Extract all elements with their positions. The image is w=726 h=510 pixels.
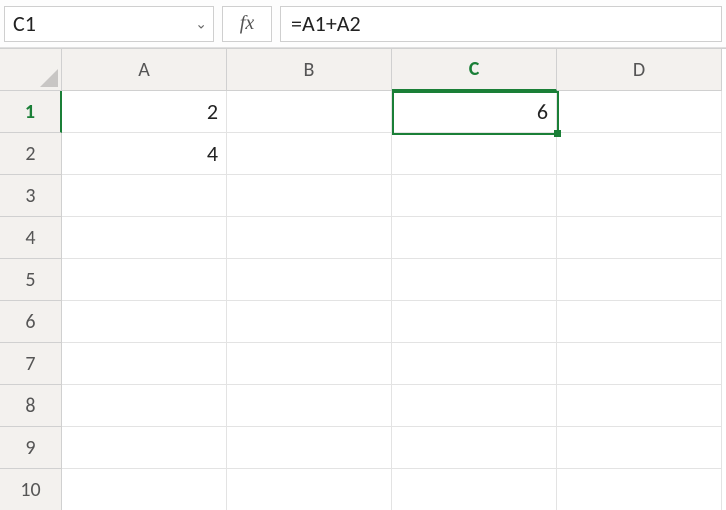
- cell-D10[interactable]: [557, 469, 722, 510]
- cell-B2[interactable]: [227, 133, 392, 175]
- cell-A6[interactable]: [62, 301, 227, 343]
- fx-icon: fx: [240, 12, 254, 35]
- cell-C2[interactable]: [392, 133, 557, 175]
- cell-A3[interactable]: [62, 175, 227, 217]
- row-header-1[interactable]: 1: [0, 91, 62, 133]
- row-header-4[interactable]: 4: [0, 217, 62, 259]
- cell-C5[interactable]: [392, 259, 557, 301]
- row-header-label: 9: [25, 436, 35, 460]
- cell-B6[interactable]: [227, 301, 392, 343]
- spreadsheet-grid: A B C D 1 2 3 4 5 6 7 8 9 10 2 6 4: [0, 48, 726, 49]
- cell-D1[interactable]: [557, 91, 722, 133]
- cell-D4[interactable]: [557, 217, 722, 259]
- cell-A2[interactable]: 4: [62, 133, 227, 175]
- column-header-label: C: [469, 57, 480, 81]
- row-header-label: 3: [25, 184, 35, 208]
- row-header-label: 8: [25, 394, 35, 418]
- cell-C3[interactable]: [392, 175, 557, 217]
- cell-A8[interactable]: [62, 385, 227, 427]
- row-header-6[interactable]: 6: [0, 301, 62, 343]
- row-header-label: 1: [25, 100, 35, 124]
- cell-B3[interactable]: [227, 175, 392, 217]
- row-header-label: 7: [25, 352, 35, 376]
- column-header-label: D: [633, 58, 645, 82]
- cell-D2[interactable]: [557, 133, 722, 175]
- name-box-value: C1: [13, 10, 36, 37]
- row-header-label: 4: [25, 226, 35, 250]
- row-header-2[interactable]: 2: [0, 133, 62, 175]
- row-header-5[interactable]: 5: [0, 259, 62, 301]
- cell-B10[interactable]: [227, 469, 392, 510]
- row-header-label: 5: [25, 268, 35, 292]
- cell-value: 6: [537, 98, 548, 125]
- column-headers: A B C D: [62, 49, 722, 91]
- row-header-3[interactable]: 3: [0, 175, 62, 217]
- cell-B8[interactable]: [227, 385, 392, 427]
- row-header-9[interactable]: 9: [0, 427, 62, 469]
- insert-function-button[interactable]: fx: [222, 6, 272, 42]
- cell-D7[interactable]: [557, 343, 722, 385]
- cell-value: 2: [207, 98, 218, 125]
- column-header-label: B: [304, 58, 315, 82]
- cell-B5[interactable]: [227, 259, 392, 301]
- select-all-triangle-icon: [40, 69, 58, 87]
- cell-A9[interactable]: [62, 427, 227, 469]
- cell-A10[interactable]: [62, 469, 227, 510]
- column-header-A[interactable]: A: [62, 49, 227, 91]
- cell-C7[interactable]: [392, 343, 557, 385]
- cell-C8[interactable]: [392, 385, 557, 427]
- row-header-10[interactable]: 10: [0, 469, 62, 510]
- cell-grid: 2 6 4: [62, 91, 722, 510]
- column-header-label: A: [138, 58, 150, 82]
- cell-A5[interactable]: [62, 259, 227, 301]
- cell-B4[interactable]: [227, 217, 392, 259]
- cell-C4[interactable]: [392, 217, 557, 259]
- formula-bar-area: C1 ⌄ fx =A1+A2: [0, 0, 726, 48]
- row-header-7[interactable]: 7: [0, 343, 62, 385]
- row-header-label: 10: [20, 478, 40, 502]
- row-headers: 1 2 3 4 5 6 7 8 9 10: [0, 91, 62, 510]
- cell-value: 4: [207, 140, 218, 167]
- cell-A4[interactable]: [62, 217, 227, 259]
- cell-D9[interactable]: [557, 427, 722, 469]
- cell-D8[interactable]: [557, 385, 722, 427]
- cell-D6[interactable]: [557, 301, 722, 343]
- cell-C1[interactable]: 6: [392, 91, 557, 133]
- cell-B7[interactable]: [227, 343, 392, 385]
- select-all-corner[interactable]: [0, 49, 62, 91]
- formula-bar-value: =A1+A2: [291, 10, 361, 37]
- cell-A1[interactable]: 2: [62, 91, 227, 133]
- formula-bar-input[interactable]: =A1+A2: [280, 6, 722, 42]
- column-header-C[interactable]: C: [392, 49, 557, 91]
- cell-D5[interactable]: [557, 259, 722, 301]
- column-header-D[interactable]: D: [557, 49, 722, 91]
- cell-B1[interactable]: [227, 91, 392, 133]
- row-header-label: 6: [25, 310, 35, 334]
- row-header-8[interactable]: 8: [0, 385, 62, 427]
- cell-C10[interactable]: [392, 469, 557, 510]
- column-header-B[interactable]: B: [227, 49, 392, 91]
- cell-B9[interactable]: [227, 427, 392, 469]
- cell-A7[interactable]: [62, 343, 227, 385]
- row-header-label: 2: [25, 142, 35, 166]
- name-box[interactable]: C1 ⌄: [4, 6, 214, 42]
- cell-D3[interactable]: [557, 175, 722, 217]
- cell-C9[interactable]: [392, 427, 557, 469]
- cell-C6[interactable]: [392, 301, 557, 343]
- chevron-down-icon[interactable]: ⌄: [195, 15, 207, 32]
